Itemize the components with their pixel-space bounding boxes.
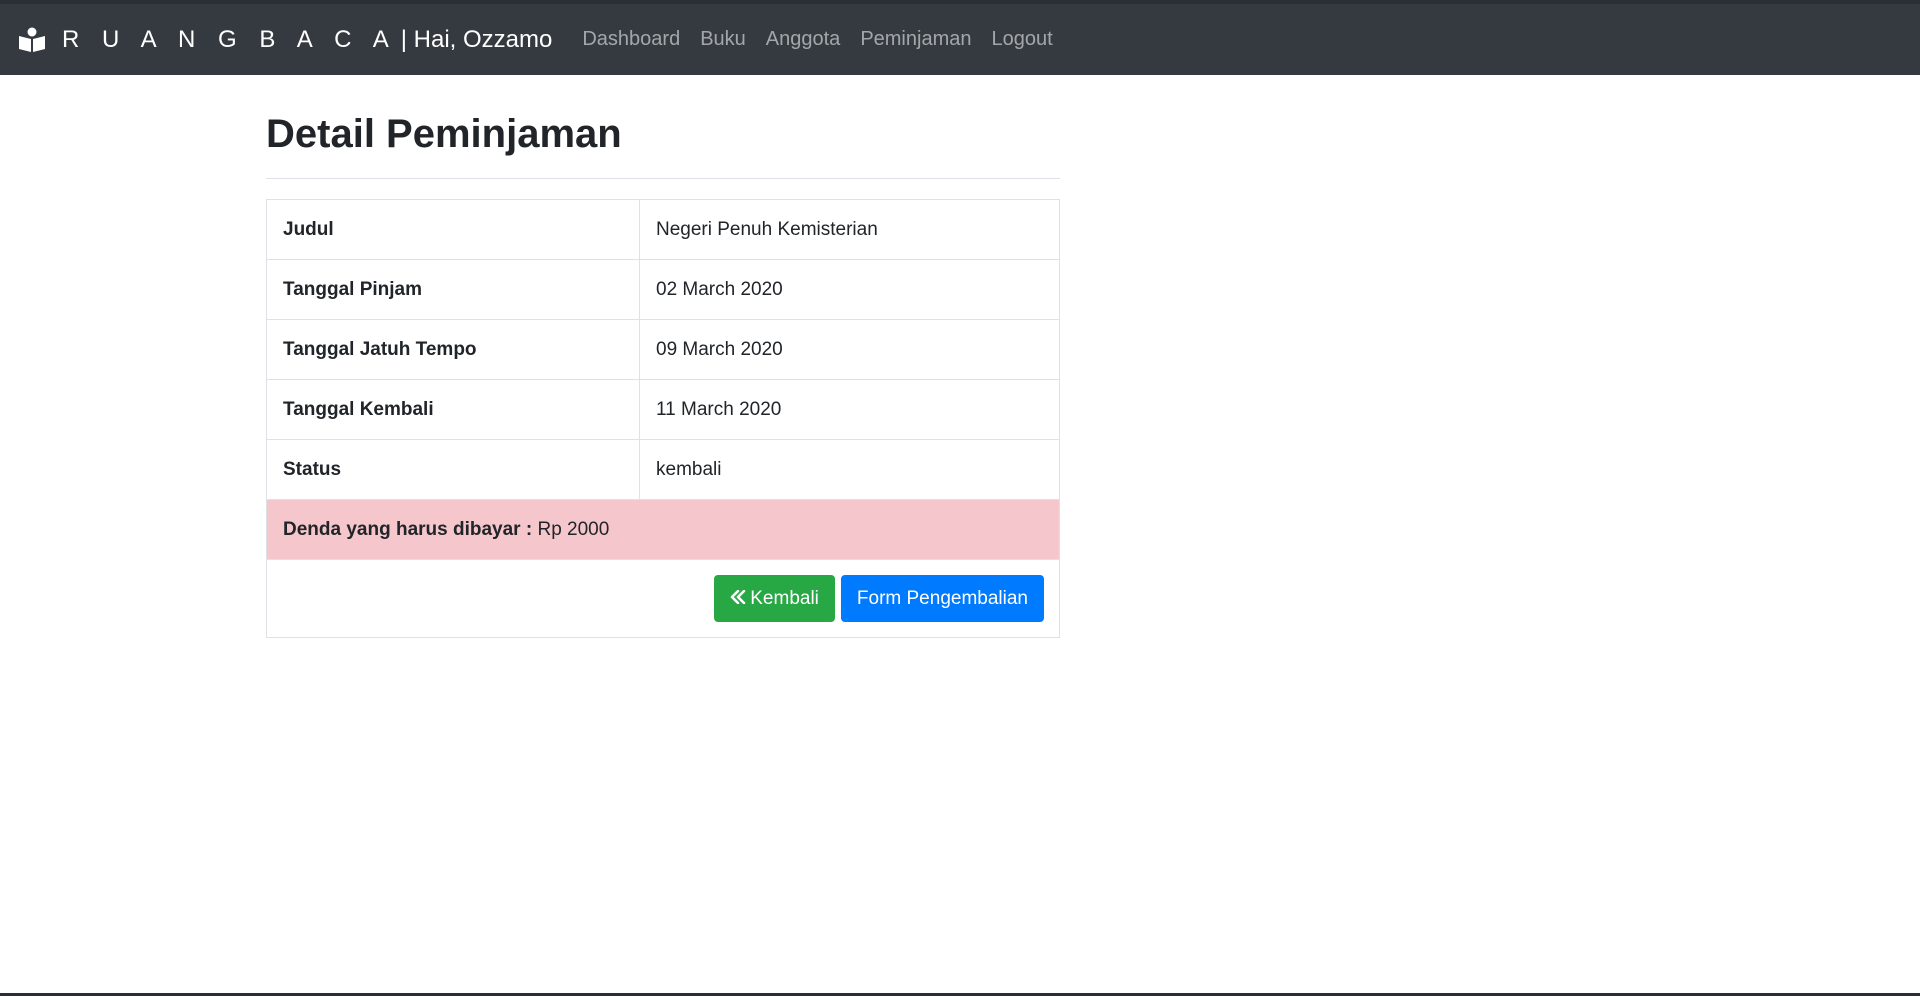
brand[interactable]: R U A N G B A C A | Hai, Ozzamo [18,26,552,54]
back-button-label: Kembali [750,587,819,609]
nav-link-anggota[interactable]: Anggota [766,28,841,51]
actions-row: Kembali Form Pengembalian [266,559,1060,638]
fine-cell: Denda yang harus dibayar : Rp 2000 [266,499,1060,560]
return-form-button-label: Form Pengembalian [856,587,1028,609]
nav-link-dashboard[interactable]: Dashboard [582,28,680,51]
row-label-tanggal-pinjam: Tanggal Pinjam [266,259,640,320]
brand-greeting: | Hai, Ozzamo [400,25,553,53]
nav-link-logout[interactable]: Logout [991,28,1052,51]
fine-value: Rp 2000 [537,518,610,540]
row-label-status: Status [266,439,640,500]
row-label-judul: Judul [266,199,640,260]
main-content: Detail Peminjaman Judul Negeri Penuh Kem… [266,110,1060,638]
double-chevron-left-icon [730,588,746,610]
table-row: Tanggal Pinjam 02 March 2020 [266,259,1060,320]
detail-table: Judul Negeri Penuh Kemisterian Tanggal P… [266,199,1060,638]
fine-row: Denda yang harus dibayar : Rp 2000 [266,499,1060,560]
table-row: Tanggal Kembali 11 March 2020 [266,379,1060,440]
row-value-jatuh-tempo: 09 March 2020 [639,319,1060,380]
table-row: Status kembali [266,439,1060,500]
brand-name: R U A N G B A C A [62,25,397,53]
title-divider [266,178,1060,179]
actions-cell: Kembali Form Pengembalian [266,559,1060,638]
reading-person-icon [18,27,46,53]
row-value-status: kembali [639,439,1060,500]
nav-link-peminjaman[interactable]: Peminjaman [860,28,971,51]
table-row: Judul Negeri Penuh Kemisterian [266,199,1060,260]
row-value-tanggal-pinjam: 02 March 2020 [639,259,1060,320]
back-button[interactable]: Kembali [714,575,835,622]
row-value-tanggal-kembali: 11 March 2020 [639,379,1060,440]
return-form-button[interactable]: Form Pengembalian [840,575,1044,622]
fine-label: Denda yang harus dibayar : [283,518,533,540]
nav-link-buku[interactable]: Buku [700,28,746,51]
navbar: R U A N G B A C A | Hai, Ozzamo Dashboar… [0,4,1920,75]
page-title: Detail Peminjaman [266,112,622,156]
row-label-tanggal-kembali: Tanggal Kembali [266,379,640,440]
row-value-judul: Negeri Penuh Kemisterian [639,199,1060,260]
row-label-jatuh-tempo: Tanggal Jatuh Tempo [266,319,640,380]
table-row: Tanggal Jatuh Tempo 09 March 2020 [266,319,1060,380]
